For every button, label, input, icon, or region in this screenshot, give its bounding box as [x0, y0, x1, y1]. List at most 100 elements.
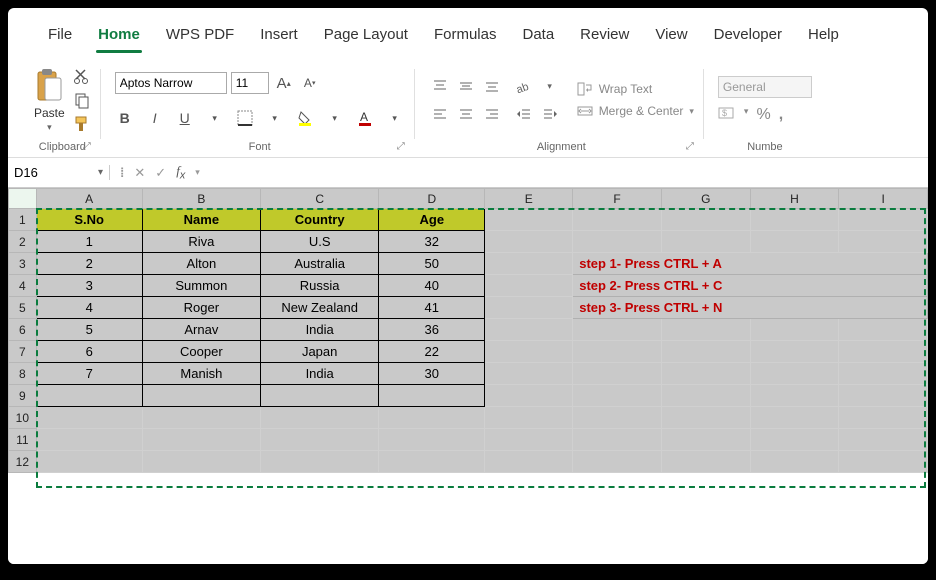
align-center-icon[interactable]	[455, 104, 477, 124]
cell[interactable]	[839, 385, 928, 407]
tab-review[interactable]: Review	[578, 22, 631, 47]
cell[interactable]: Australia	[261, 253, 379, 275]
decrease-font-icon[interactable]: A▾	[299, 72, 321, 94]
font-dialog-launcher[interactable]: ⤢	[397, 141, 409, 153]
row-header[interactable]: 2	[9, 231, 37, 253]
borders-icon[interactable]	[235, 108, 255, 128]
align-bottom-icon[interactable]	[481, 76, 503, 96]
row-header[interactable]: 5	[9, 297, 37, 319]
col-header[interactable]: E	[485, 189, 573, 209]
cell[interactable]	[379, 385, 485, 407]
cell[interactable]: Riva	[142, 231, 260, 253]
cell[interactable]: 1	[36, 231, 142, 253]
col-header[interactable]: A	[36, 189, 142, 209]
cell[interactable]	[573, 341, 662, 363]
cell[interactable]: 30	[379, 363, 485, 385]
increase-indent-icon[interactable]	[539, 104, 561, 124]
cell[interactable]	[750, 385, 839, 407]
cell[interactable]	[661, 363, 750, 385]
cell[interactable]	[839, 451, 928, 473]
cell[interactable]	[750, 341, 839, 363]
cell[interactable]: India	[261, 363, 379, 385]
cell[interactable]: Japan	[261, 341, 379, 363]
wrap-text-button[interactable]: Wrap Text	[577, 82, 694, 96]
row-header[interactable]: 7	[9, 341, 37, 363]
row-header[interactable]: 10	[9, 407, 37, 429]
cell[interactable]	[485, 297, 573, 319]
cell[interactable]	[750, 407, 839, 429]
cell[interactable]	[750, 209, 839, 231]
align-left-icon[interactable]	[429, 104, 451, 124]
cell[interactable]: 2	[36, 253, 142, 275]
cell[interactable]: 32	[379, 231, 485, 253]
align-right-icon[interactable]	[481, 104, 503, 124]
row-header[interactable]: 12	[9, 451, 37, 473]
clipboard-dialog-launcher[interactable]: ⤢	[83, 141, 95, 153]
cut-icon[interactable]	[73, 67, 91, 85]
cell[interactable]	[750, 319, 839, 341]
col-header[interactable]: D	[379, 189, 485, 209]
cell[interactable]	[36, 385, 142, 407]
cell[interactable]	[839, 429, 928, 451]
decrease-indent-icon[interactable]	[513, 104, 535, 124]
cell[interactable]	[661, 451, 750, 473]
row-header[interactable]: 1	[9, 209, 37, 231]
cell[interactable]	[261, 429, 379, 451]
cancel-formula-icon[interactable]: ✕	[134, 165, 145, 181]
col-header[interactable]: H	[750, 189, 839, 209]
cell[interactable]	[485, 363, 573, 385]
cell[interactable]	[142, 451, 260, 473]
cell[interactable]: Roger	[142, 297, 260, 319]
cell[interactable]: 6	[36, 341, 142, 363]
tab-view[interactable]: View	[653, 22, 689, 47]
col-header[interactable]: F	[573, 189, 662, 209]
fx-icon[interactable]: fx	[176, 163, 185, 182]
cell[interactable]	[485, 319, 573, 341]
align-middle-icon[interactable]	[455, 76, 477, 96]
cell[interactable]	[485, 341, 573, 363]
cell[interactable]: Summon	[142, 275, 260, 297]
fill-color-icon[interactable]	[295, 108, 315, 128]
cell[interactable]: Russia	[261, 275, 379, 297]
name-box-input[interactable]	[14, 165, 94, 180]
orientation-icon[interactable]: ab	[513, 76, 535, 96]
cell[interactable]	[485, 429, 573, 451]
tab-home[interactable]: Home	[96, 22, 142, 47]
cell[interactable]	[261, 407, 379, 429]
bold-button[interactable]: B	[115, 108, 135, 128]
col-header[interactable]: C	[261, 189, 379, 209]
cell[interactable]: 4	[36, 297, 142, 319]
cell[interactable]: U.S	[261, 231, 379, 253]
fill-dropdown-icon[interactable]: ▾	[325, 108, 345, 128]
number-format-select[interactable]	[718, 76, 812, 98]
tab-developer[interactable]: Developer	[712, 22, 784, 47]
cell[interactable]	[839, 341, 928, 363]
tab-data[interactable]: Data	[520, 22, 556, 47]
tab-insert[interactable]: Insert	[258, 22, 300, 47]
cell[interactable]	[839, 319, 928, 341]
cell[interactable]	[750, 363, 839, 385]
align-top-icon[interactable]	[429, 76, 451, 96]
name-box-dropdown-icon[interactable]: ▾	[98, 167, 103, 178]
italic-button[interactable]: I	[145, 108, 165, 128]
cell[interactable]	[573, 451, 662, 473]
cell[interactable]	[261, 451, 379, 473]
cell[interactable]	[661, 385, 750, 407]
cell[interactable]: Name	[142, 209, 260, 231]
cell[interactable]	[573, 231, 662, 253]
copy-icon[interactable]	[73, 91, 91, 109]
cell[interactable]	[142, 429, 260, 451]
cell[interactable]: 50	[379, 253, 485, 275]
paste-button[interactable]: Paste ▾	[34, 68, 65, 133]
row-header[interactable]: 6	[9, 319, 37, 341]
cell[interactable]: New Zealand	[261, 297, 379, 319]
font-color-icon[interactable]: A	[355, 108, 375, 128]
cell[interactable]	[661, 319, 750, 341]
format-painter-icon[interactable]	[73, 115, 91, 133]
cell[interactable]	[485, 231, 573, 253]
col-header[interactable]: G	[661, 189, 750, 209]
cell[interactable]	[36, 429, 142, 451]
accounting-dropdown-icon[interactable]: ▾	[744, 106, 749, 124]
font-color-dropdown-icon[interactable]: ▾	[385, 108, 405, 128]
col-header[interactable]: B	[142, 189, 260, 209]
